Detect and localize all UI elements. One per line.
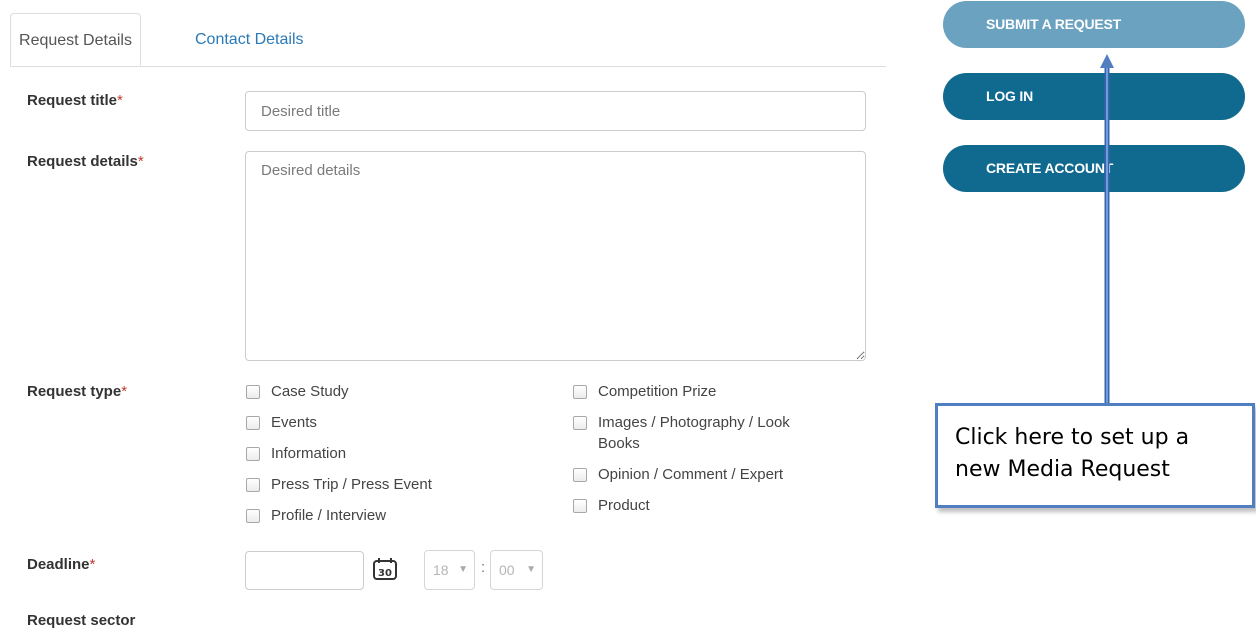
log-in-button[interactable]: LOG IN	[943, 73, 1245, 120]
calendar-day: 30	[378, 568, 392, 579]
required-mark: *	[137, 153, 144, 170]
time-separator: :	[481, 559, 486, 576]
checkbox-case-study[interactable]: Case Study	[246, 381, 432, 402]
request-title-input[interactable]	[245, 91, 866, 131]
request-title-label: Request title*	[27, 92, 123, 109]
annotation-callout: Click here to set up a new Media Request	[935, 403, 1255, 508]
required-mark: *	[89, 556, 96, 573]
deadline-hour-select[interactable]: 18 ▼	[424, 550, 475, 590]
tab-request-details[interactable]: Request Details	[10, 13, 141, 66]
checkbox-information[interactable]: Information	[246, 443, 432, 464]
request-details-label: Request details*	[27, 153, 144, 170]
checkbox-product[interactable]: Product	[573, 495, 833, 516]
checkbox[interactable]	[573, 416, 587, 430]
checkbox[interactable]	[246, 509, 260, 523]
checkbox-profile-interview[interactable]: Profile / Interview	[246, 505, 432, 526]
required-mark: *	[121, 383, 128, 400]
checkbox[interactable]	[573, 385, 587, 399]
deadline-minute-select[interactable]: 00 ▼	[490, 550, 543, 590]
chevron-down-icon: ▼	[526, 564, 536, 575]
checkbox-press-trip[interactable]: Press Trip / Press Event	[246, 474, 432, 495]
checkbox[interactable]	[246, 385, 260, 399]
deadline-label: Deadline*	[27, 556, 96, 573]
checkbox-events[interactable]: Events	[246, 412, 432, 433]
create-account-button[interactable]: CREATE ACCOUNT	[943, 145, 1245, 192]
calendar-icon[interactable]: 30	[372, 557, 398, 581]
submit-request-button[interactable]: SUBMIT A REQUEST	[943, 1, 1245, 48]
request-sector-label: Request sector	[27, 612, 136, 629]
deadline-date-input[interactable]	[245, 551, 364, 590]
required-mark: *	[117, 92, 123, 109]
checkbox[interactable]	[246, 478, 260, 492]
request-type-options-right: Competition Prize Images / Photography /…	[573, 381, 833, 526]
checkbox[interactable]	[246, 416, 260, 430]
checkbox[interactable]	[246, 447, 260, 461]
checkbox-images-photography[interactable]: Images / Photography / Look Books	[573, 412, 833, 454]
tab-bar: Request Details Contact Details	[10, 13, 886, 67]
request-details-textarea[interactable]	[245, 151, 866, 361]
checkbox-opinion-comment[interactable]: Opinion / Comment / Expert	[573, 464, 833, 485]
checkbox[interactable]	[573, 468, 587, 482]
request-type-label: Request type*	[27, 383, 128, 400]
chevron-down-icon: ▼	[458, 564, 468, 575]
tab-contact-details[interactable]: Contact Details	[180, 13, 304, 65]
checkbox[interactable]	[573, 499, 587, 513]
checkbox-competition-prize[interactable]: Competition Prize	[573, 381, 833, 402]
request-type-options-left: Case Study Events Information Press Trip…	[246, 381, 432, 536]
